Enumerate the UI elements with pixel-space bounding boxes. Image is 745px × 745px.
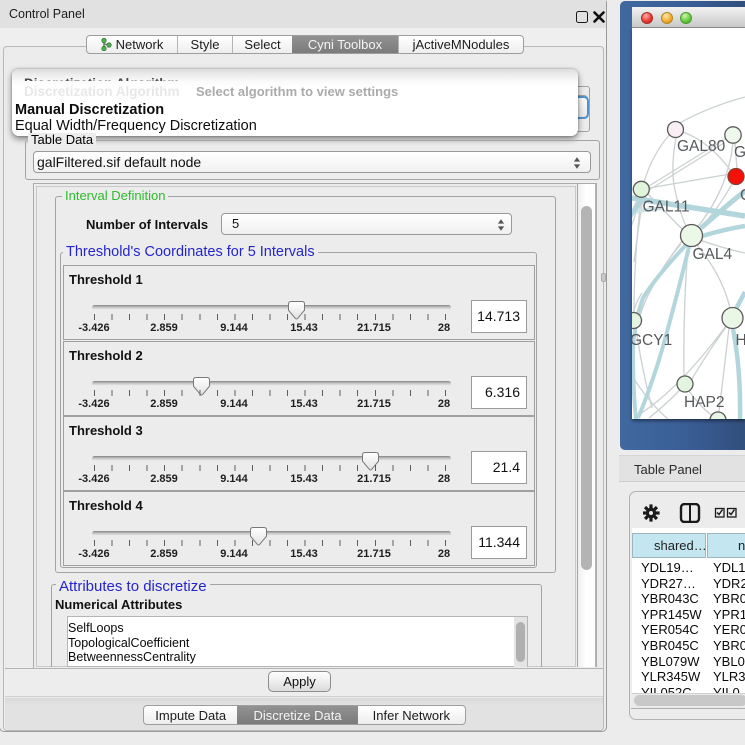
svg-text:GA: GA bbox=[734, 144, 745, 161]
svg-text:GCY1: GCY1 bbox=[632, 332, 672, 349]
svg-text:GAL4: GAL4 bbox=[693, 246, 733, 263]
svg-text:HAP2: HAP2 bbox=[684, 394, 725, 411]
svg-text:GAL11: GAL11 bbox=[643, 199, 690, 216]
svg-text:C: C bbox=[740, 187, 745, 204]
svg-text:GAL80: GAL80 bbox=[677, 138, 726, 155]
svg-text:HI: HI bbox=[736, 332, 745, 349]
